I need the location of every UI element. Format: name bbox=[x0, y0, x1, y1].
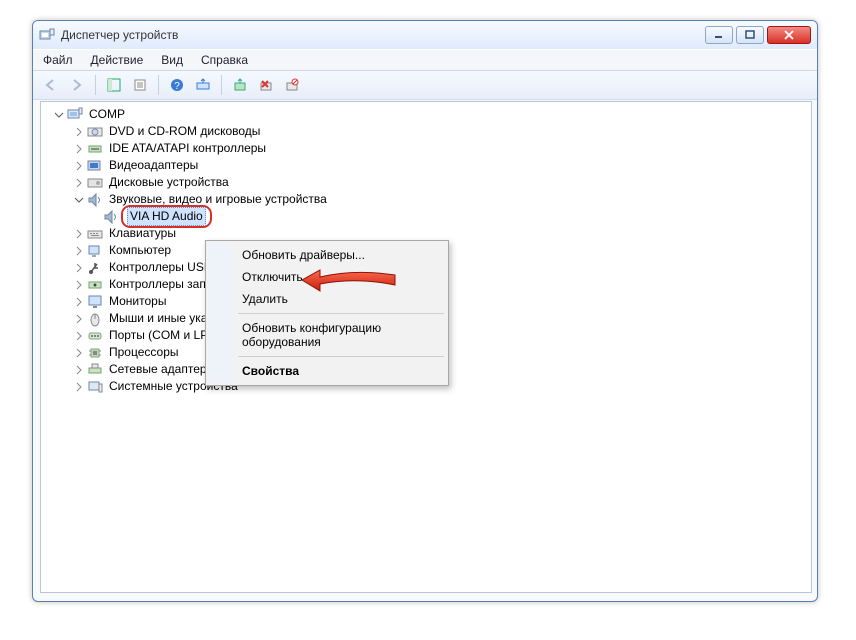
node-label: Процессоры bbox=[107, 344, 181, 361]
sound-icon bbox=[103, 209, 119, 225]
context-refresh-hardware[interactable]: Обновить конфигурацию оборудования bbox=[208, 317, 446, 353]
menu-help[interactable]: Справка bbox=[201, 53, 248, 67]
window-controls bbox=[702, 26, 811, 44]
menu-file[interactable]: Файл bbox=[43, 53, 73, 67]
keyboard-icon bbox=[87, 226, 103, 242]
expand-icon[interactable] bbox=[73, 143, 85, 155]
expand-icon[interactable] bbox=[73, 296, 85, 308]
system-device-icon bbox=[87, 379, 103, 395]
tree-node-video[interactable]: Видеоадаптеры bbox=[47, 157, 805, 174]
context-disable[interactable]: Отключить bbox=[208, 266, 446, 288]
disc-drive-icon bbox=[87, 124, 103, 140]
toolbar: ? bbox=[33, 70, 817, 100]
expand-icon[interactable] bbox=[73, 330, 85, 342]
collapse-icon[interactable] bbox=[53, 109, 65, 121]
sound-icon bbox=[87, 192, 103, 208]
minimize-button[interactable] bbox=[705, 26, 733, 44]
cpu-icon bbox=[87, 345, 103, 361]
context-separator bbox=[238, 313, 444, 314]
node-label: IDE ATA/ATAPI контроллеры bbox=[107, 140, 268, 157]
node-label: COMP bbox=[87, 106, 127, 123]
controller-icon bbox=[87, 141, 103, 157]
menu-action[interactable]: Действие bbox=[91, 53, 144, 67]
expand-icon[interactable] bbox=[73, 313, 85, 325]
expand-icon[interactable] bbox=[73, 245, 85, 257]
tree-node-ide[interactable]: IDE ATA/ATAPI контроллеры bbox=[47, 140, 805, 157]
expand-icon[interactable] bbox=[73, 262, 85, 274]
disable-button[interactable] bbox=[280, 74, 304, 96]
context-separator bbox=[238, 356, 444, 357]
expand-icon[interactable] bbox=[73, 347, 85, 359]
node-label: Сетевые адаптеры bbox=[107, 361, 217, 378]
uninstall-button[interactable] bbox=[254, 74, 278, 96]
expand-icon[interactable] bbox=[73, 381, 85, 393]
node-label: Клавиатуры bbox=[107, 225, 178, 242]
storage-controller-icon bbox=[87, 277, 103, 293]
node-label: DVD и CD-ROM дисководы bbox=[107, 123, 262, 140]
toolbar-separator bbox=[95, 75, 96, 95]
expand-icon[interactable] bbox=[73, 364, 85, 376]
menubar: Файл Действие Вид Справка bbox=[33, 49, 817, 70]
computer-icon bbox=[67, 107, 83, 123]
disk-drive-icon bbox=[87, 175, 103, 191]
forward-button[interactable] bbox=[65, 74, 89, 96]
menu-view[interactable]: Вид bbox=[161, 53, 183, 67]
show-hide-tree-button[interactable] bbox=[102, 74, 126, 96]
node-label: Дисковые устройства bbox=[107, 174, 231, 191]
window-title: Диспетчер устройств bbox=[61, 28, 702, 42]
tree-node-dvd[interactable]: DVD и CD-ROM дисководы bbox=[47, 123, 805, 140]
node-label: Видеоадаптеры bbox=[107, 157, 200, 174]
app-icon bbox=[39, 27, 55, 43]
node-label: VIA HD Audio bbox=[127, 207, 206, 226]
help-toolbar-button[interactable]: ? bbox=[165, 74, 189, 96]
computer-icon bbox=[87, 243, 103, 259]
node-label: Компьютер bbox=[107, 242, 173, 259]
expand-icon[interactable] bbox=[73, 160, 85, 172]
collapse-icon[interactable] bbox=[73, 194, 85, 206]
expand-icon[interactable] bbox=[73, 279, 85, 291]
context-menu: Обновить драйверы... Отключить Удалить О… bbox=[205, 240, 449, 386]
context-delete[interactable]: Удалить bbox=[208, 288, 446, 310]
back-button[interactable] bbox=[39, 74, 63, 96]
tree-node-via-hd-audio[interactable]: VIA HD Audio bbox=[47, 208, 805, 225]
expand-icon[interactable] bbox=[73, 126, 85, 138]
expand-icon[interactable] bbox=[73, 177, 85, 189]
context-properties[interactable]: Свойства bbox=[208, 360, 446, 382]
usb-icon bbox=[87, 260, 103, 276]
display-adapter-icon bbox=[87, 158, 103, 174]
maximize-button[interactable] bbox=[736, 26, 764, 44]
update-driver-button[interactable] bbox=[228, 74, 252, 96]
close-button[interactable] bbox=[767, 26, 811, 44]
tree-root[interactable]: COMP bbox=[47, 106, 805, 123]
monitor-icon bbox=[87, 294, 103, 310]
tree-node-disk[interactable]: Дисковые устройства bbox=[47, 174, 805, 191]
scan-hardware-button[interactable] bbox=[191, 74, 215, 96]
titlebar: Диспетчер устройств bbox=[33, 21, 817, 49]
ports-icon bbox=[87, 328, 103, 344]
node-label: Мониторы bbox=[107, 293, 168, 310]
network-icon bbox=[87, 362, 103, 378]
expand-icon[interactable] bbox=[73, 228, 85, 240]
svg-text:?: ? bbox=[174, 81, 180, 92]
toolbar-separator bbox=[158, 75, 159, 95]
context-update-drivers[interactable]: Обновить драйверы... bbox=[208, 244, 446, 266]
node-label: Контроллеры USB bbox=[107, 259, 214, 276]
toolbar-separator bbox=[221, 75, 222, 95]
mouse-icon bbox=[87, 311, 103, 327]
properties-toolbar-button[interactable] bbox=[128, 74, 152, 96]
